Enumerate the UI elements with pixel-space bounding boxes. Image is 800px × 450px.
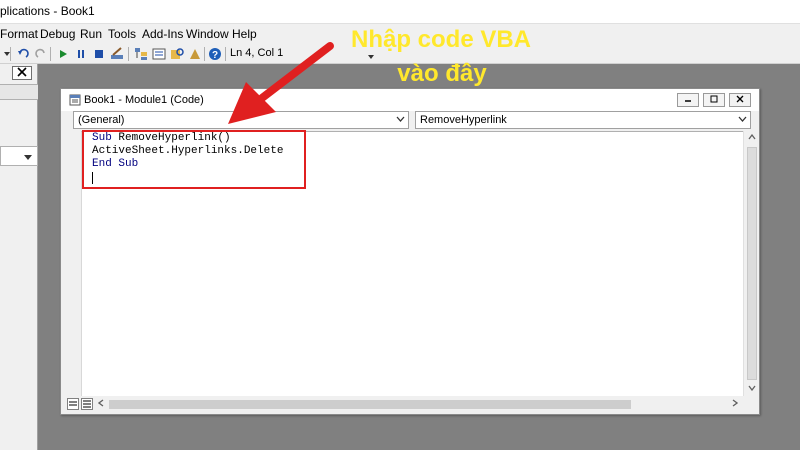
annotation-line-2: vào đây	[397, 60, 487, 87]
annotation-line-1: Nhập code VBA	[350, 26, 532, 53]
